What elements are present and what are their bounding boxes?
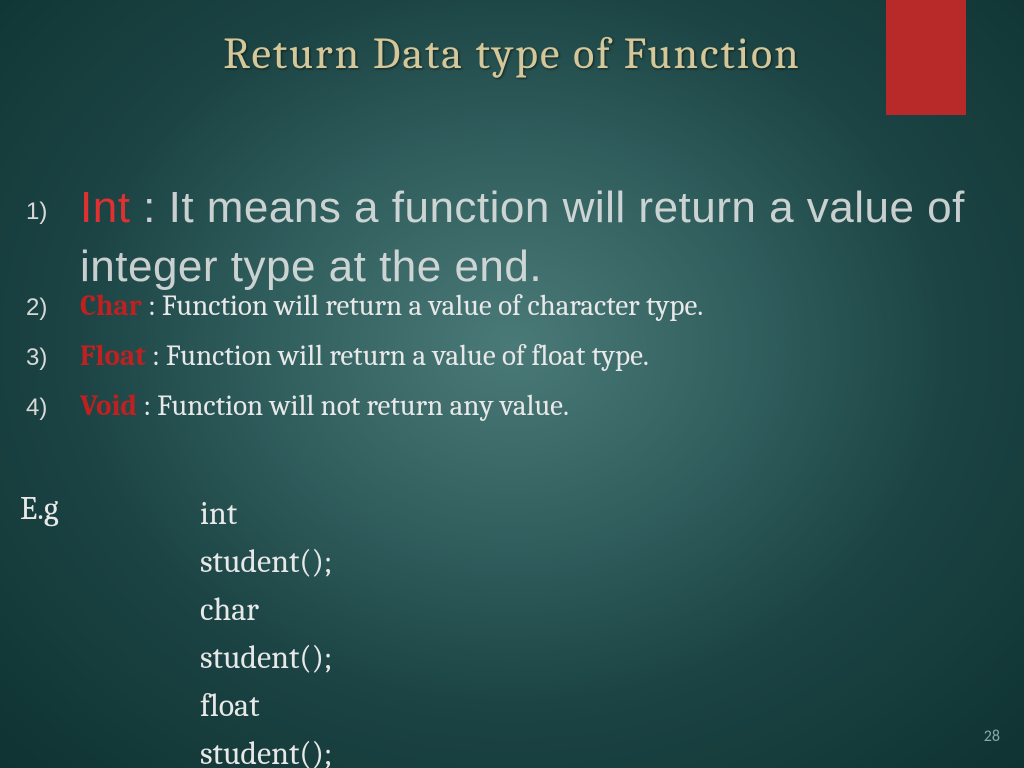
item-void: Void : Function will not return any valu… [80,390,569,423]
list-number-2: 2) [20,294,80,322]
keyword-int: Int [80,183,130,232]
list-number-4: 4) [20,394,80,422]
keyword-void: Void [80,390,137,423]
example-int: int student(); [200,490,332,586]
keyword-float: Float [80,340,146,373]
item-void-text: : Function will not return any value. [137,390,569,423]
example-float: float student(); [200,682,332,768]
item-float-text: : Function will return a value of float … [146,340,649,373]
list-number-3: 3) [20,344,80,372]
list-number-1: 1) [20,198,80,226]
slide-title: Return Data type of Function [0,28,1024,79]
example-char: char student(); [200,586,332,682]
item-int-overlay: Int : It means a function will return a … [80,178,1024,297]
item-float: Float : Function will return a value of … [80,340,649,373]
page-number: 28 [984,727,1000,746]
example-label: E.g [20,490,59,527]
item-int-text: : It means a function will return a valu… [80,183,965,291]
